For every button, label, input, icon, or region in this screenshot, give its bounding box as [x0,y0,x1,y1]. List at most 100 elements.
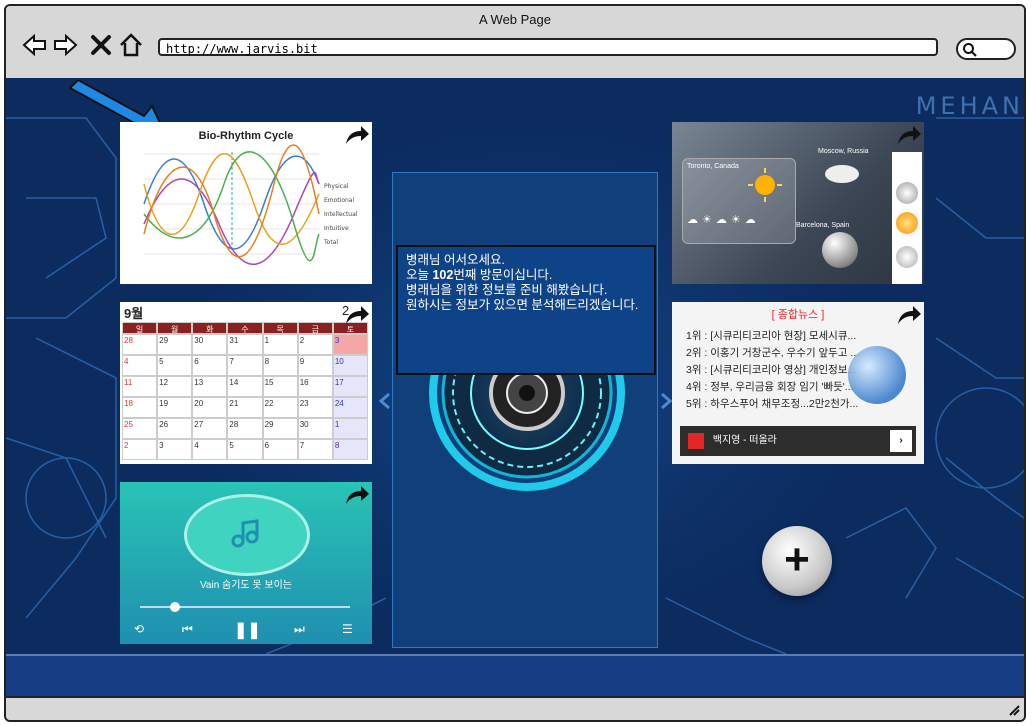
calendar-weekday: 일 [122,322,158,334]
dashboard-area: MEHAN Bio-Rhythm Cycle Physical Emotiona… [6,78,1024,654]
playlist-icon[interactable]: ☰ [342,622,353,636]
weather-widget[interactable]: Toronto, Canada ☁☀☁☀☁ Moscow, Russia Bar… [672,122,924,284]
legend-emotional: Emotional [324,197,354,204]
calendar-day[interactable]: 30 [192,334,228,355]
music-player-widget[interactable]: Vain 숨기도 못 보이는 ⟲ ⏮ ❚❚ ⏭ ☰ [120,482,372,644]
address-bar[interactable]: http://www.jarvis.bit [158,38,938,56]
calendar-day[interactable]: 13 [192,376,228,397]
forward-icon[interactable] [52,32,78,58]
calendar-day[interactable]: 3 [332,334,368,355]
back-icon[interactable] [22,32,48,58]
previous-icon[interactable]: ⏮ [182,622,193,637]
cloud-icon [825,165,859,183]
share-icon[interactable] [344,484,370,506]
calendar-day[interactable]: 31 [227,334,263,355]
calendar-day[interactable]: 30 [297,418,333,439]
welcome-line-1: 병래님 어서오세요. [406,253,505,267]
calendar-day[interactable]: 4 [192,439,228,460]
calendar-day[interactable]: 16 [297,376,333,397]
legend-physical: Physical [324,183,349,190]
repeat-icon[interactable]: ⟲ [134,622,144,636]
calendar-day[interactable]: 5 [157,355,193,376]
calendar-day[interactable]: 23 [297,397,333,418]
calendar-day[interactable]: 26 [157,418,193,439]
calendar-day[interactable]: 18 [122,397,158,418]
calendar-day[interactable]: 19 [157,397,193,418]
calendar-day[interactable]: 4 [122,355,158,376]
calendar-day[interactable]: 27 [192,418,228,439]
calendar-day[interactable]: 25 [122,418,158,439]
calendar-day[interactable]: 17 [332,376,368,397]
calendar-day[interactable]: 1 [262,334,298,355]
calendar-day[interactable]: 6 [262,439,298,460]
browser-toolbar: A Web Page http://www.jarvis.bit [6,6,1024,80]
add-widget-button[interactable]: + [762,526,832,596]
weather-city-barcelona: Barcelona, Spain [796,222,850,229]
share-icon[interactable] [344,124,370,146]
calendar-day[interactable]: 2 [122,439,158,460]
calendar-day[interactable]: 14 [227,376,263,397]
share-icon[interactable] [896,124,922,146]
calendar-day[interactable]: 8 [262,355,298,376]
share-icon[interactable] [344,304,370,326]
calendar-day[interactable]: 11 [122,376,158,397]
track-title: Vain 숨기도 못 보이는 [199,580,292,591]
news-item[interactable]: 1위 : [시큐리티코리아 현장] 모세시큐... [672,328,924,345]
pause-icon[interactable]: ❚❚ [234,620,261,640]
calendar-day[interactable]: 28 [122,334,158,355]
calendar-day[interactable]: 20 [192,397,228,418]
album-art [184,494,310,576]
calendar-day[interactable]: 7 [297,439,333,460]
weather-card: Toronto, Canada ☁☀☁☀☁ [682,158,796,244]
calendar-weekday: 금 [297,322,333,334]
welcome-line-2: 오늘 102번째 방문이십니다. [406,268,553,282]
welcome-line-3: 병래님을 위한 정보를 준비 해봤습니다. [406,283,608,297]
seek-handle[interactable] [170,602,180,612]
calendar-day[interactable]: 10 [332,355,368,376]
next-icon[interactable]: ⏭ [294,622,305,637]
brand-watermark: MEHAN [915,92,1024,120]
news-widget[interactable]: [ 종합뉴스 ] 1위 : [시큐리티코리아 현장] 모세시큐... 2위 : … [672,302,924,464]
legend-intellectual: Intellectual [324,211,358,218]
calendar-day[interactable]: 8 [332,439,368,460]
calendar-widget[interactable]: 9월 2 일 월 화 수 목 금 토 28 29 30 31 1 2 3 4 5 6 7 8 9 10 11 12 13 14 1… [120,302,372,464]
calendar-day[interactable]: 2 [297,334,333,355]
biorhythm-chart: Physical Emotional Intellectual Intuitiv… [143,144,358,266]
music-bar[interactable]: 백지영 - 떠올라 › [680,426,916,456]
share-icon[interactable] [896,304,922,326]
seek-bar[interactable] [140,602,350,612]
calendar-day[interactable]: 7 [227,355,263,376]
home-icon[interactable] [118,32,144,58]
plus-icon: + [784,535,810,584]
welcome-message: 병래님 어서오세요. 오늘 102번째 방문이십니다. 병래님을 위한 정보를 … [396,245,656,375]
calendar-day[interactable]: 29 [262,418,298,439]
chevron-right-icon[interactable] [659,392,673,410]
resize-grip-icon[interactable] [1006,702,1020,716]
calendar-weekday: 화 [192,322,228,334]
chevron-right-icon[interactable]: › [890,430,912,452]
weather-city-moscow: Moscow, Russia [818,148,869,155]
close-icon[interactable] [88,32,114,58]
biorhythm-title: Bio-Rhythm Cycle [198,130,294,142]
calendar-day[interactable]: 6 [192,355,228,376]
calendar-weekday: 수 [227,322,263,334]
calendar-day[interactable]: 15 [262,376,298,397]
bottom-panel [6,654,1024,700]
assistant-panel [392,172,658,648]
calendar-day[interactable]: 9 [297,355,333,376]
chevron-left-icon[interactable] [378,392,392,410]
calendar-day[interactable]: 21 [227,397,263,418]
calendar-day[interactable]: 5 [227,439,263,460]
calendar-day[interactable]: 29 [157,334,193,355]
biorhythm-widget[interactable]: Bio-Rhythm Cycle Physical Emotional Inte… [120,122,372,284]
storm-icon [896,246,918,268]
calendar-day[interactable]: 28 [227,418,263,439]
calendar-day[interactable]: 3 [157,439,193,460]
calendar-day[interactable]: 12 [157,376,193,397]
calendar-month: 9월 [124,306,144,321]
play-icon[interactable] [688,433,704,449]
calendar-day[interactable]: 1 [332,418,368,439]
calendar-day[interactable]: 24 [332,397,368,418]
search-box[interactable] [956,38,1016,60]
calendar-day[interactable]: 22 [262,397,298,418]
